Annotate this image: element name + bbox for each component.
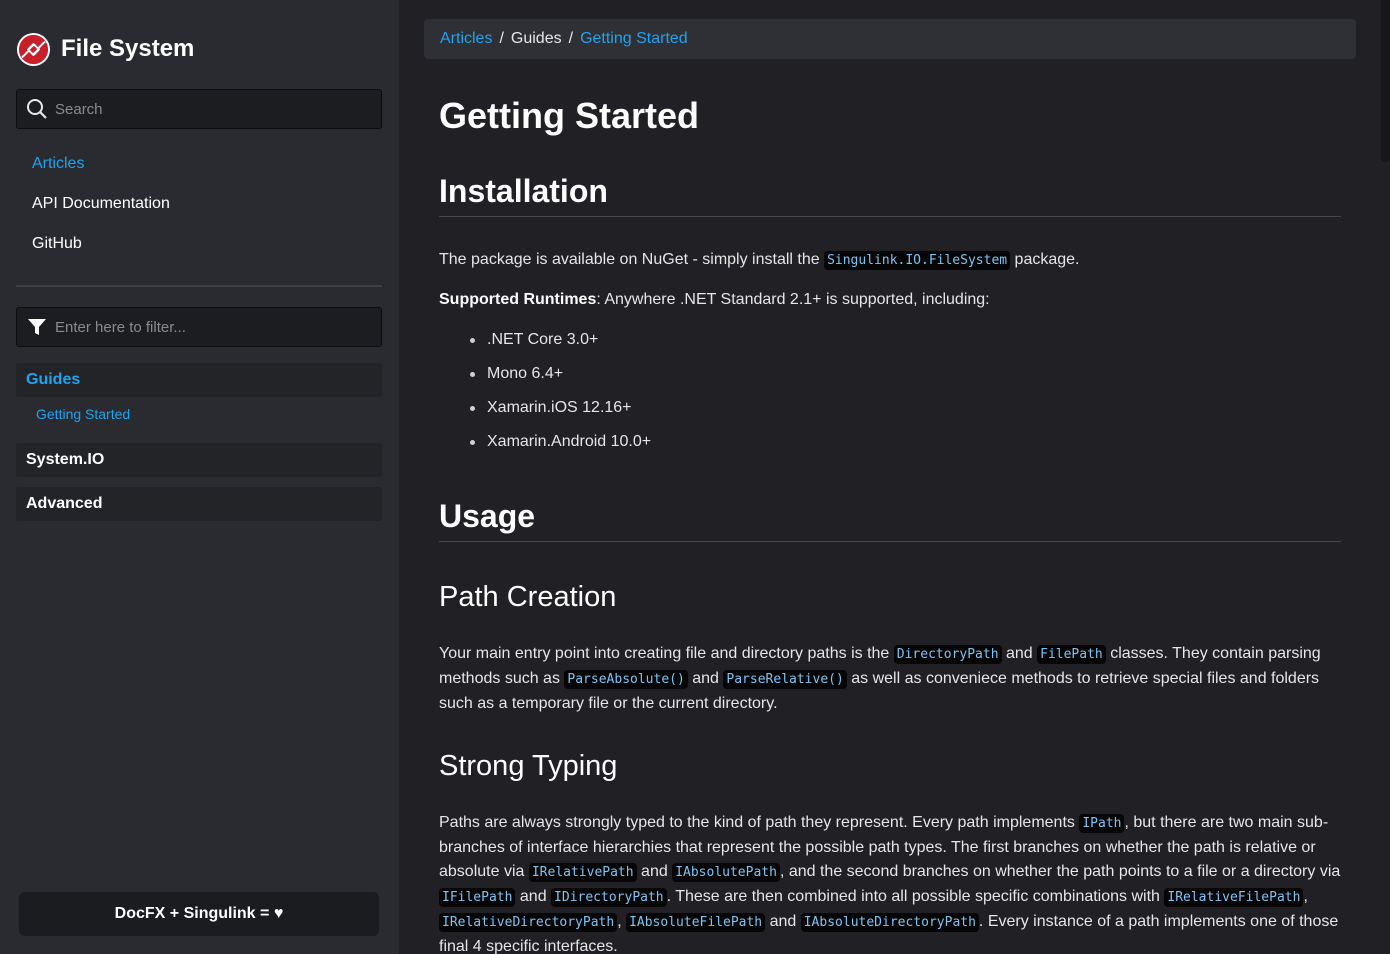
toc-item-getting-started[interactable]: Getting Started: [16, 403, 382, 437]
text: and: [765, 913, 801, 930]
text: and: [1001, 645, 1038, 662]
heading-path-creation: Path Creation: [439, 581, 617, 613]
text: and: [687, 670, 724, 687]
text: : Anywhere .NET Standard 2.1+ is support…: [596, 291, 990, 308]
code-iabsolutedirectorypath: IAbsoluteDirectoryPath: [800, 913, 979, 932]
text: and: [636, 863, 673, 880]
nav-articles[interactable]: Articles: [32, 152, 170, 192]
heading-installation: Installation: [439, 173, 1341, 217]
code-ifilepath: IFilePath: [439, 888, 516, 907]
list-item: Mono 6.4+: [439, 362, 651, 396]
code-parseabsolute: ParseAbsolute(): [564, 670, 688, 689]
heading-usage: Usage: [439, 498, 1341, 542]
filter-input[interactable]: [55, 318, 355, 336]
installation-paragraph: The package is available on NuGet - simp…: [439, 248, 1341, 273]
text: and: [515, 888, 552, 905]
breadcrumb-separator: /: [499, 30, 504, 47]
breadcrumb-articles[interactable]: Articles: [440, 30, 492, 48]
heading-strong-typing: Strong Typing: [439, 750, 618, 782]
nav-api-documentation[interactable]: API Documentation: [32, 192, 170, 232]
brand-title: File System: [61, 35, 195, 62]
code-iabsolutefilepath: IAbsoluteFilePath: [626, 913, 766, 932]
code-iabsolutepath: IAbsolutePath: [672, 863, 780, 882]
code-irelativedirectorypath: IRelativeDirectoryPath: [439, 913, 618, 932]
breadcrumb-separator: /: [568, 30, 574, 47]
text: ,: [1303, 888, 1308, 905]
text: , and the second branches on whether the…: [779, 863, 1341, 880]
toc-section-system-io[interactable]: System.IO: [16, 443, 382, 477]
code-idirectorypath: IDirectoryPath: [551, 888, 667, 907]
code-package-name: Singulink.IO.FileSystem: [824, 251, 1011, 270]
path-creation-paragraph: Your main entry point into creating file…: [439, 642, 1341, 716]
text: Paths are always strongly typed to the k…: [439, 814, 1080, 831]
text: ,: [617, 913, 627, 930]
supported-runtimes-paragraph: Supported Runtimes: Anywhere .NET Standa…: [439, 288, 1341, 312]
filter-icon: [28, 319, 46, 335]
strong-typing-paragraph: Paths are always strongly typed to the k…: [439, 811, 1341, 954]
runtimes-list: .NET Core 3.0+ Mono 6.4+ Xamarin.iOS 12.…: [439, 328, 651, 464]
sidebar: File System Articles API Documentation G…: [0, 0, 399, 954]
list-item: .NET Core 3.0+: [439, 328, 651, 362]
breadcrumb-getting-started[interactable]: Getting Started: [580, 30, 688, 48]
toc-section-guides[interactable]: Guides: [16, 363, 382, 397]
text: Your main entry point into creating file…: [439, 645, 894, 662]
table-of-contents: Guides Getting Started System.IO Advance…: [16, 363, 382, 531]
toc-section-advanced[interactable]: Advanced: [16, 487, 382, 521]
code-irelativefilepath: IRelativeFilePath: [1164, 888, 1304, 907]
page-scrollbar-thumb[interactable]: [1381, 0, 1390, 162]
search-box: [16, 89, 382, 129]
search-input[interactable]: [55, 100, 355, 118]
list-item: Xamarin.Android 10.0+: [439, 430, 651, 464]
sidebar-divider: [16, 285, 382, 287]
code-ipath: IPath: [1079, 814, 1125, 833]
code-parserelative: ParseRelative(): [723, 670, 847, 689]
text: The package is available on NuGet - simp…: [439, 251, 825, 268]
code-filepath: FilePath: [1037, 645, 1106, 664]
supported-runtimes-label: Supported Runtimes: [439, 291, 597, 308]
code-directorypath: DirectoryPath: [893, 645, 1002, 664]
breadcrumb-guides: Guides: [510, 30, 562, 47]
filter-box: [16, 307, 382, 347]
list-item: Xamarin.iOS 12.16+: [439, 396, 651, 430]
top-navigation: Articles API Documentation GitHub: [32, 152, 170, 272]
nav-github[interactable]: GitHub: [32, 232, 170, 272]
brand[interactable]: File System: [16, 32, 194, 66]
breadcrumb: Articles / Guides / Getting Started: [424, 19, 1356, 59]
search-icon: [27, 99, 47, 119]
code-irelativepath: IRelativePath: [528, 863, 637, 882]
page-title: Getting Started: [439, 95, 700, 136]
singulink-logo-icon: [16, 32, 51, 66]
text: package.: [1010, 251, 1080, 268]
text: . These are then combined into all possi…: [666, 888, 1165, 905]
footer-credit-button[interactable]: DocFX + Singulink = ♥: [19, 892, 379, 936]
